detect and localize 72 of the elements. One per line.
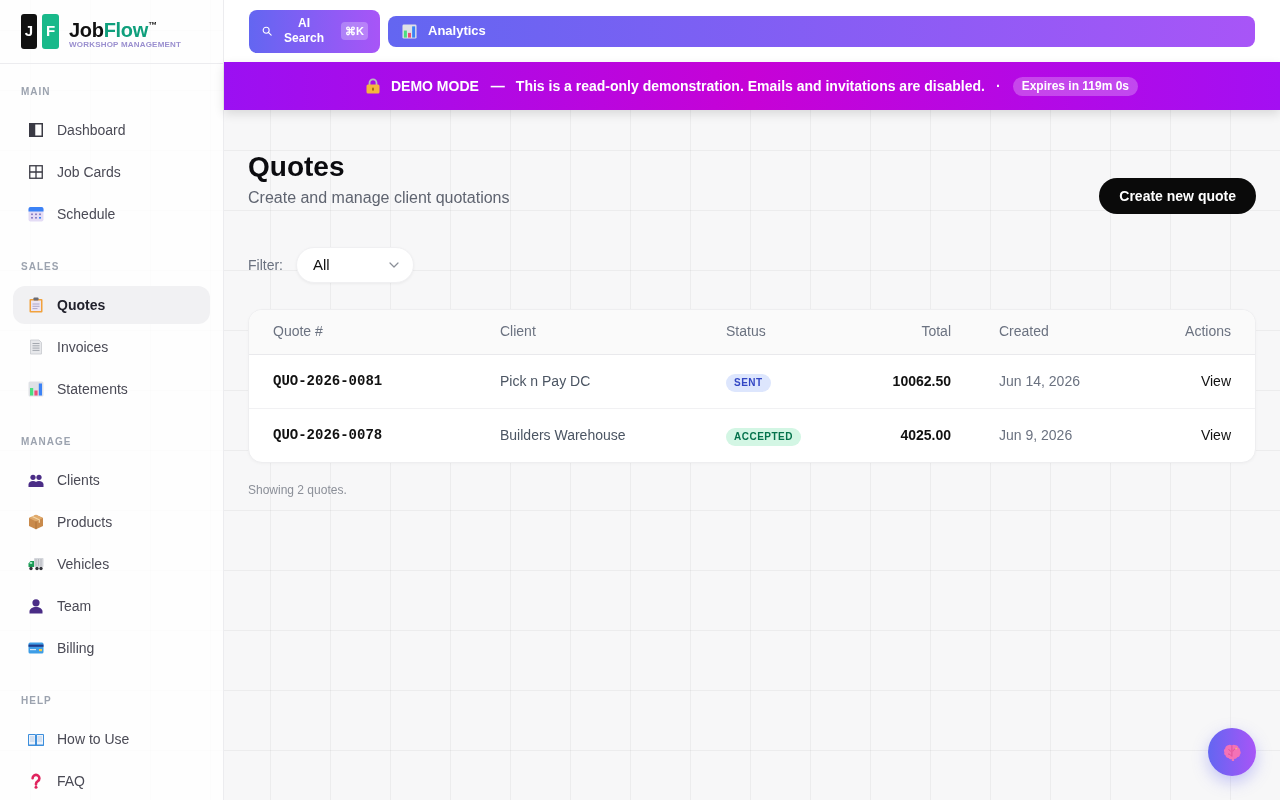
logo-letter: J: [21, 14, 37, 49]
ai-search-button[interactable]: AI Search ⌘K: [249, 9, 380, 53]
created-date: Jun 9, 2026: [975, 408, 1125, 462]
status-badge: SENT: [726, 373, 771, 392]
sidebar-item[interactable]: Schedule: [13, 195, 210, 233]
logo-letter: F: [42, 14, 59, 49]
assistant-button[interactable]: [1208, 728, 1256, 776]
expiry-badge: Expires in 119m 0s: [1012, 76, 1139, 96]
quote-total: 4025.00: [852, 408, 975, 462]
client-name: Builders Warehouse: [476, 408, 702, 462]
person-icon: [28, 598, 44, 614]
quote-total: 10062.50: [852, 354, 975, 408]
truck-icon: [28, 556, 44, 572]
sidebar-item[interactable]: Vehicles: [13, 545, 210, 583]
grid-icon: [28, 164, 44, 180]
page-title: Quotes: [248, 150, 346, 184]
status-badge: ACCEPTED: [726, 427, 801, 446]
brand-name: JobFlow$^{™}$: [69, 19, 158, 40]
search-icon: [262, 26, 272, 36]
sidebar-item[interactable]: FAQ: [13, 762, 210, 800]
banner-separator: ·: [995, 76, 1001, 96]
chevron-down-icon: [389, 262, 399, 268]
quote-number: QUO-2026-0078: [249, 408, 476, 462]
sidebar-item[interactable]: Clients: [13, 461, 210, 499]
sidebar-item[interactable]: Quotes: [13, 286, 210, 324]
view-link[interactable]: View: [1200, 372, 1231, 389]
section-label: SALES: [20, 261, 60, 273]
sidebar-item[interactable]: Job Cards: [13, 153, 210, 191]
quote-number: QUO-2026-0081: [249, 354, 476, 408]
sidebar-item[interactable]: Dashboard: [13, 111, 210, 149]
people-icon: [28, 472, 44, 488]
brain-icon: [1222, 743, 1242, 761]
brand-tagline: WORKSHOP MANAGEMENT: [69, 39, 182, 50]
sidebar-item[interactable]: Billing: [13, 629, 210, 667]
section-label: HELP: [20, 695, 52, 707]
filter-label: Filter:: [248, 255, 283, 275]
calendar-icon: [28, 206, 44, 222]
create-quote-button[interactable]: Create new quote: [1099, 178, 1256, 214]
sidebar-item[interactable]: Team: [13, 587, 210, 625]
client-name: Pick n Pay DC: [476, 354, 702, 408]
view-link[interactable]: View: [1200, 426, 1231, 443]
bar-chart-icon: [402, 23, 417, 39]
sidebar-item[interactable]: Statements: [13, 370, 210, 408]
document-icon: [28, 339, 44, 355]
question-mark-icon: [28, 773, 44, 789]
sidebar-item[interactable]: How to Use: [13, 720, 210, 758]
shortcut-key: ⌘K: [341, 22, 368, 40]
results-count: Showing 2 quotes.: [248, 482, 347, 499]
section-label: MANAGE: [20, 436, 72, 448]
column-header: Total: [852, 310, 975, 354]
sidebar-item[interactable]: Products: [13, 503, 210, 541]
package-icon: [28, 514, 44, 530]
column-header: Quote #: [249, 310, 476, 354]
column-header: Status: [702, 310, 852, 354]
banner-title: DEMO MODE: [390, 76, 479, 96]
banner-dash: —: [490, 76, 505, 96]
credit-card-icon: [28, 640, 44, 656]
column-header: Actions: [1125, 310, 1255, 354]
bar-chart-icon: [28, 381, 44, 397]
created-date: Jun 14, 2026: [975, 354, 1125, 408]
column-header: Created: [975, 310, 1125, 354]
book-icon: [28, 731, 44, 747]
section-label: MAIN: [20, 86, 51, 98]
page-subtitle: Create and manage client quotations: [248, 188, 510, 208]
banner-message: This is a read-only demonstration. Emails and invitations are disabled.: [515, 76, 985, 96]
clipboard-icon: [28, 297, 44, 313]
sidebar-item[interactable]: Invoices: [13, 328, 210, 366]
analytics-button[interactable]: Analytics: [388, 15, 1255, 47]
column-header: Client: [476, 310, 702, 354]
panel-icon: [28, 122, 44, 138]
filter-dropdown[interactable]: All: [296, 247, 414, 283]
padlock-icon: [365, 78, 380, 94]
